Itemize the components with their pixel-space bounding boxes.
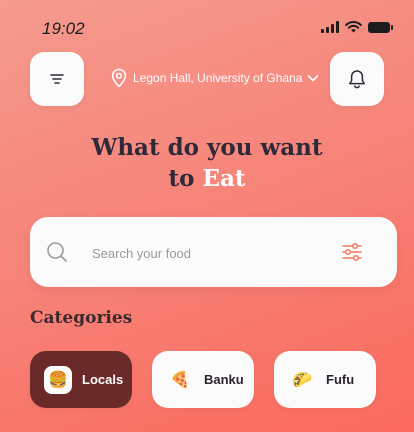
cellular-signal-icon xyxy=(321,21,339,33)
hero-line-1: What do you want xyxy=(91,134,323,161)
taco-icon: 🌮 xyxy=(292,371,312,389)
category-label: Locals xyxy=(82,372,124,387)
wifi-icon xyxy=(345,21,362,33)
hero-line-2: to Eat xyxy=(0,163,414,194)
chevron-down-icon xyxy=(308,75,319,82)
sliders-icon xyxy=(342,242,362,262)
hero-accent-word: Eat xyxy=(202,165,246,192)
filter-button[interactable] xyxy=(341,241,363,268)
menu-icon xyxy=(50,74,64,84)
burger-icon: 🍔 xyxy=(44,365,72,394)
status-bar: 19:02 xyxy=(0,0,414,56)
top-bar: Legon Hall, University of Ghana xyxy=(30,52,384,106)
bell-icon xyxy=(349,70,365,89)
search-input[interactable] xyxy=(90,237,324,269)
category-chip-banku[interactable]: 🍕 Banku xyxy=(152,351,254,408)
pizza-icon: 🍕 xyxy=(170,371,190,389)
home-screen: 19:02 Legon Hall, University of Ghana Wh… xyxy=(0,0,414,432)
status-icons xyxy=(321,21,393,33)
hero-line-2-prefix: to xyxy=(168,165,195,192)
categories-heading: Categories xyxy=(30,308,133,328)
location-selector[interactable]: Legon Hall, University of Ghana xyxy=(110,68,319,88)
location-pin-icon xyxy=(111,68,127,88)
category-chip-fufu[interactable]: 🌮 Fufu xyxy=(274,351,376,408)
category-label: Fufu xyxy=(326,372,355,387)
menu-button[interactable] xyxy=(30,52,84,106)
search-icon xyxy=(46,241,68,268)
category-chip-locals[interactable]: 🍔 Locals xyxy=(30,351,132,408)
search-bar xyxy=(30,217,397,287)
hero-headline: What do you want to Eat xyxy=(0,132,414,194)
status-time: 19:02 xyxy=(42,19,85,38)
battery-icon xyxy=(368,21,393,33)
location-label: Legon Hall, University of Ghana xyxy=(133,71,303,85)
category-label: Banku xyxy=(204,372,244,387)
notifications-button[interactable] xyxy=(330,52,384,106)
